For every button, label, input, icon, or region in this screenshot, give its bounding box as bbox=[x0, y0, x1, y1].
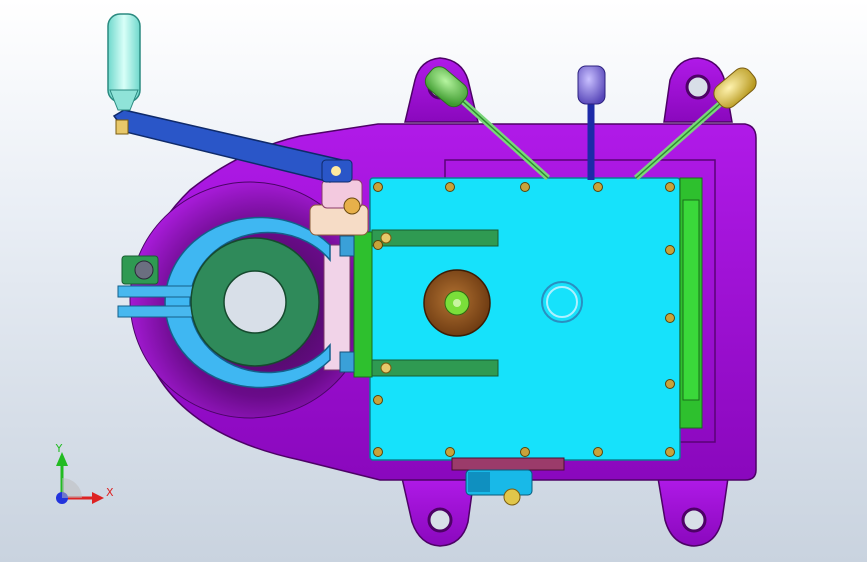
bar-bolt bbox=[380, 232, 392, 244]
orientation-triad: Y X bbox=[55, 442, 114, 504]
cad-viewport[interactable]: Y X bbox=[0, 0, 867, 562]
ear-hole bbox=[685, 74, 711, 100]
gearbox-assembly-model[interactable]: Y X bbox=[0, 0, 867, 562]
cover-plate[interactable] bbox=[353, 177, 703, 461]
ear-hole bbox=[427, 507, 453, 533]
shift-knob-center[interactable] bbox=[577, 65, 606, 105]
bar-bolt bbox=[380, 362, 392, 374]
handle-grip[interactable] bbox=[107, 13, 141, 103]
crank-handle[interactable] bbox=[107, 13, 353, 183]
ear-hole bbox=[681, 507, 707, 533]
clamp-lug-upper[interactable] bbox=[117, 285, 197, 298]
y-axis-label: Y bbox=[55, 442, 63, 455]
clamp-lug-lower[interactable] bbox=[117, 305, 197, 318]
x-axis-label: X bbox=[106, 486, 114, 499]
clamp-bore bbox=[223, 270, 287, 334]
slide-bar-vertical[interactable] bbox=[353, 231, 373, 378]
